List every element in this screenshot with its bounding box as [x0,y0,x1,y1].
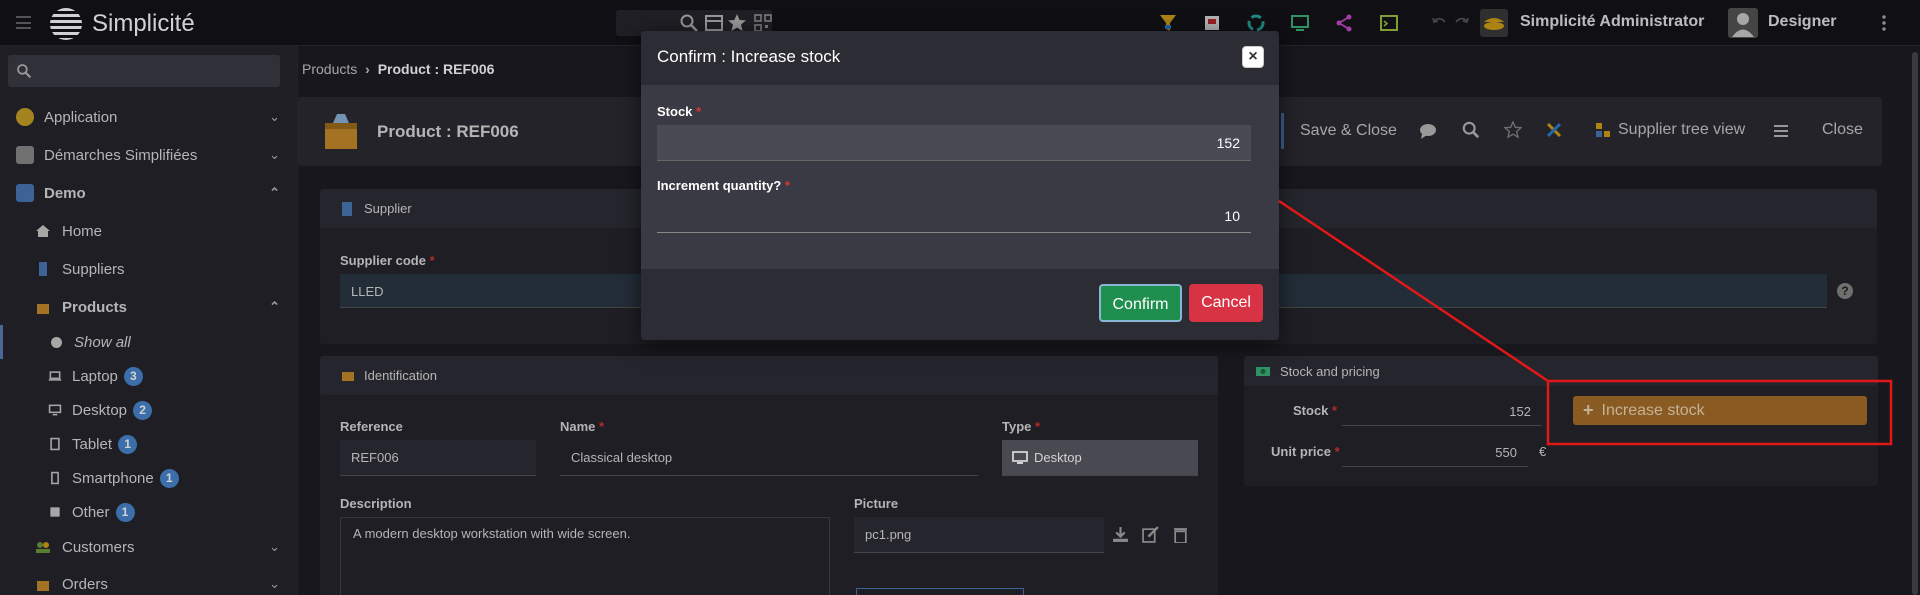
annotation-arrow-line [1278,199,1549,383]
scrollbar[interactable] [1912,52,1918,595]
annotation-highlight-box [1546,379,1893,446]
annotation-overlay [1278,199,1893,446]
